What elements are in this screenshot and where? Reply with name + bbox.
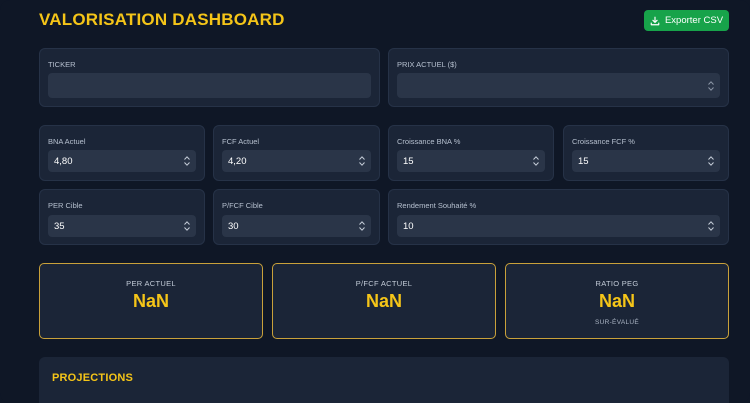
ticker-card: TICKER <box>39 48 380 107</box>
spinner-icon[interactable] <box>708 221 714 231</box>
pfcf-metric-card: P/FCF ACTUEL NaN <box>272 263 496 339</box>
fcf-input[interactable]: 4,20 <box>222 150 371 172</box>
spinner-icon[interactable] <box>708 156 714 166</box>
growth-bna-value: 15 <box>403 155 414 167</box>
per-metric-card: PER ACTUEL NaN <box>39 263 263 339</box>
export-csv-button[interactable]: Exporter CSV <box>644 10 729 31</box>
spinner-icon[interactable] <box>359 156 365 166</box>
peg-metric-card: RATIO PEG NaN SUR-ÉVALUÉ <box>505 263 729 339</box>
yield-label: Rendement Souhaité % <box>397 201 477 210</box>
fcf-value: 4,20 <box>228 155 247 167</box>
pfcf-target-value: 30 <box>228 220 239 232</box>
peg-metric-value: NaN <box>598 291 635 311</box>
bna-label: BNA Actuel <box>48 137 86 146</box>
bna-value: 4,80 <box>54 155 73 167</box>
spinner-icon[interactable] <box>359 221 365 231</box>
bna-input[interactable]: 4,80 <box>48 150 196 172</box>
download-icon <box>650 16 660 25</box>
price-card: PRIX ACTUEL ($) <box>388 48 729 107</box>
spinner-icon[interactable] <box>184 221 190 231</box>
yield-input[interactable]: 10 <box>397 215 720 237</box>
spinner-icon[interactable] <box>184 156 190 166</box>
per-target-label: PER Cible <box>48 201 83 210</box>
price-label: PRIX ACTUEL ($) <box>397 60 457 69</box>
pfcf-metric-label: P/FCF ACTUEL <box>355 279 413 288</box>
growth-bna-label: Croissance BNA % <box>397 137 461 146</box>
per-target-input[interactable]: 35 <box>48 215 196 237</box>
pfcf-target-card: P/FCF Cible 30 <box>213 189 380 245</box>
spinner-icon[interactable] <box>533 156 539 166</box>
page-title: VALORISATION DASHBOARD <box>39 10 285 29</box>
app-frame: VALORISATION DASHBOARD Exporter CSV TICK… <box>0 0 750 403</box>
yield-value: 10 <box>403 220 414 232</box>
per-target-card: PER Cible 35 <box>39 189 205 245</box>
growth-fcf-input[interactable]: 15 <box>572 150 720 172</box>
ticker-label: TICKER <box>48 60 76 69</box>
growth-fcf-card: Croissance FCF % 15 <box>563 125 729 181</box>
pfcf-target-input[interactable]: 30 <box>222 215 371 237</box>
per-metric-value: NaN <box>132 291 169 311</box>
growth-fcf-value: 15 <box>578 155 589 167</box>
fcf-label: FCF Actuel <box>222 137 260 146</box>
spinner-icon[interactable] <box>708 80 714 91</box>
yield-card: Rendement Souhaité % 10 <box>388 189 729 245</box>
price-input[interactable] <box>397 73 720 98</box>
peg-status-badge: SUR-ÉVALUÉ <box>594 319 640 326</box>
pfcf-metric-value: NaN <box>365 291 402 311</box>
growth-bna-card: Croissance BNA % 15 <box>388 125 554 181</box>
growth-fcf-label: Croissance FCF % <box>572 137 635 146</box>
per-metric-label: PER ACTUEL <box>126 279 176 288</box>
peg-metric-label: RATIO PEG <box>595 279 639 288</box>
ticker-input[interactable] <box>48 73 371 98</box>
per-target-value: 35 <box>54 220 65 232</box>
bna-card: BNA Actuel 4,80 <box>39 125 205 181</box>
projections-section: PROJECTIONS <box>39 357 729 403</box>
growth-bna-input[interactable]: 15 <box>397 150 545 172</box>
fcf-card: FCF Actuel 4,20 <box>213 125 380 181</box>
pfcf-target-label: P/FCF Cible <box>222 201 263 210</box>
export-csv-label: Exporter CSV <box>664 15 724 26</box>
projections-title: PROJECTIONS <box>52 372 134 384</box>
